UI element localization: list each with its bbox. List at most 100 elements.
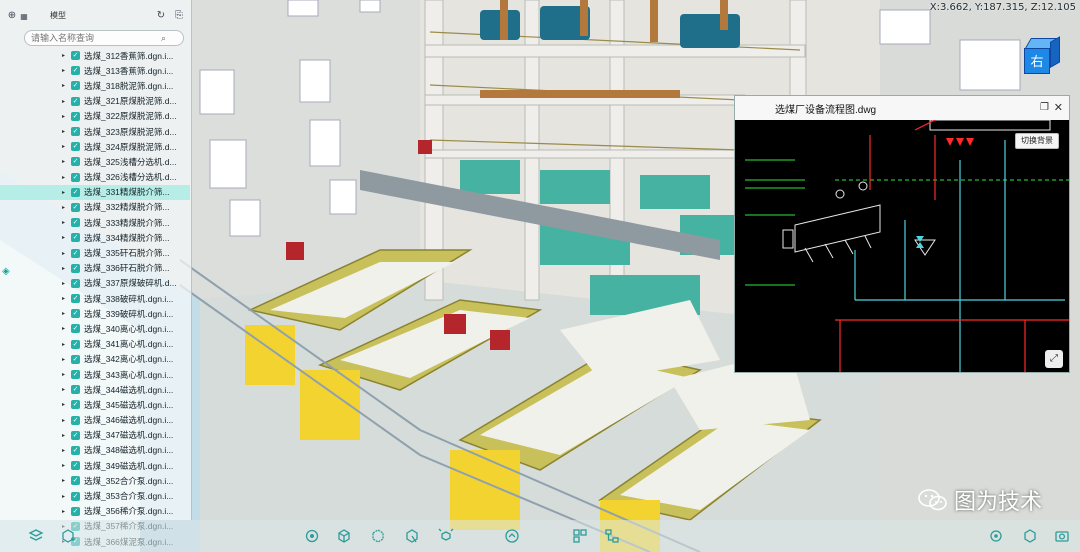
expand-arrow-icon[interactable]: ▸ bbox=[62, 280, 70, 287]
tree-item[interactable]: ▸ ✓ 选煤_322原煤脱泥筛.d... bbox=[0, 109, 190, 124]
expand-arrow-icon[interactable]: ▸ bbox=[62, 341, 70, 348]
visibility-checkbox[interactable]: ✓ bbox=[71, 278, 80, 288]
visibility-checkbox[interactable]: ✓ bbox=[71, 445, 80, 455]
tree-item[interactable]: ▸ ✓ 选煤_338破碎机.dgn.i... bbox=[0, 291, 190, 306]
tree-item[interactable]: ▸ ✓ 选煤_336矸石脱介筛... bbox=[0, 261, 190, 276]
expand-arrow-icon[interactable]: ▸ bbox=[62, 52, 70, 59]
tree-item[interactable]: ▸ ✓ 选煤_331精煤脱介筛... bbox=[0, 184, 190, 200]
visibility-checkbox[interactable]: ✓ bbox=[71, 476, 80, 486]
expand-arrow-icon[interactable]: ▸ bbox=[62, 67, 70, 74]
tree-item[interactable]: ▸ ✓ 选煤_349磁选机.dgn.i... bbox=[0, 458, 190, 473]
expand-arrow-icon[interactable]: ▸ bbox=[62, 386, 70, 393]
visibility-checkbox[interactable]: ✓ bbox=[71, 339, 80, 349]
expand-icon[interactable]: ⤢ bbox=[1045, 350, 1063, 368]
view-cube-front-face[interactable]: 右 bbox=[1024, 48, 1050, 74]
properties-icon[interactable] bbox=[570, 526, 590, 546]
view-cube[interactable]: 右 bbox=[1018, 36, 1060, 76]
measure-icon[interactable] bbox=[402, 526, 422, 546]
visibility-checkbox[interactable]: ✓ bbox=[71, 415, 80, 425]
expand-arrow-icon[interactable]: ▸ bbox=[62, 432, 70, 439]
expand-arrow-icon[interactable]: ▸ bbox=[62, 310, 70, 317]
expand-arrow-icon[interactable]: ▸ bbox=[62, 447, 70, 454]
tree-item[interactable]: ▸ ✓ 选煤_344磁选机.dgn.i... bbox=[0, 382, 190, 397]
target-icon[interactable] bbox=[302, 526, 322, 546]
tree-item[interactable]: ▸ ✓ 选煤_353合介泵.dgn.i... bbox=[0, 488, 190, 503]
tree-item[interactable]: ▸ ✓ 选煤_332精煤脱介筛... bbox=[0, 200, 190, 215]
tree-item[interactable]: ▸ ✓ 选煤_333精煤脱介筛... bbox=[0, 215, 190, 230]
expand-arrow-icon[interactable]: ▸ bbox=[62, 295, 70, 302]
screenshot-icon[interactable] bbox=[1052, 526, 1072, 546]
tree-item[interactable]: ▸ ✓ 选煤_312香蕉筛.dgn.i... bbox=[0, 48, 190, 63]
tree-search-input[interactable] bbox=[31, 33, 161, 43]
visibility-checkbox[interactable]: ✓ bbox=[71, 263, 80, 273]
expand-arrow-icon[interactable]: ▸ bbox=[62, 82, 70, 89]
expand-arrow-icon[interactable]: ▸ bbox=[62, 234, 70, 241]
visibility-checkbox[interactable]: ✓ bbox=[71, 172, 80, 182]
visibility-checkbox[interactable]: ✓ bbox=[71, 430, 80, 440]
tree-item[interactable]: ▸ ✓ 选煤_337原煤破碎机.d... bbox=[0, 276, 190, 291]
visibility-checkbox[interactable]: ✓ bbox=[71, 309, 80, 319]
visibility-icon[interactable]: ◈ bbox=[2, 266, 14, 278]
expand-arrow-icon[interactable]: ▸ bbox=[62, 265, 70, 272]
tree-item[interactable]: ▸ ✓ 选煤_346磁选机.dgn.i... bbox=[0, 413, 190, 428]
visibility-checkbox[interactable]: ✓ bbox=[71, 51, 80, 61]
expand-arrow-icon[interactable]: ▸ bbox=[62, 371, 70, 378]
visibility-checkbox[interactable]: ✓ bbox=[71, 400, 80, 410]
tree-item[interactable]: ▸ ✓ 选煤_343离心机.dgn.i... bbox=[0, 367, 190, 382]
expand-arrow-icon[interactable]: ▸ bbox=[62, 174, 70, 181]
tree-item[interactable]: ▸ ✓ 选煤_345磁选机.dgn.i... bbox=[0, 397, 190, 412]
visibility-checkbox[interactable]: ✓ bbox=[71, 385, 80, 395]
expand-arrow-icon[interactable]: ▸ bbox=[62, 493, 70, 500]
visibility-checkbox[interactable]: ✓ bbox=[71, 461, 80, 471]
visibility-checkbox[interactable]: ✓ bbox=[71, 202, 80, 212]
section-box-icon[interactable] bbox=[368, 526, 388, 546]
cad-drawing-canvas[interactable] bbox=[735, 120, 1069, 372]
tree-item[interactable]: ▸ ✓ 选煤_356稀介泵.dgn.i... bbox=[0, 504, 190, 519]
visibility-checkbox[interactable]: ✓ bbox=[71, 127, 80, 137]
expand-arrow-icon[interactable]: ▸ bbox=[62, 204, 70, 211]
visibility-checkbox[interactable]: ✓ bbox=[71, 66, 80, 76]
close-icon[interactable]: ✕ bbox=[1054, 101, 1063, 114]
expand-arrow-icon[interactable]: ▸ bbox=[62, 401, 70, 408]
tree-item[interactable]: ▸ ✓ 选煤_342离心机.dgn.i... bbox=[0, 352, 190, 367]
expand-arrow-icon[interactable]: ▸ bbox=[62, 98, 70, 105]
switch-background-button[interactable]: 切换背景 bbox=[1015, 133, 1059, 149]
expand-arrow-icon[interactable]: ▸ bbox=[62, 113, 70, 120]
visibility-checkbox[interactable]: ✓ bbox=[71, 354, 80, 364]
grid-icon[interactable]: ▦ bbox=[18, 10, 30, 22]
expand-arrow-icon[interactable]: ▸ bbox=[62, 250, 70, 257]
tree-item[interactable]: ▸ ✓ 选煤_323原煤脱泥筛.d... bbox=[0, 124, 190, 139]
tree-item[interactable]: ▸ ✓ 选煤_325浅槽分选机.d... bbox=[0, 154, 190, 169]
structure-tree-icon[interactable] bbox=[602, 526, 622, 546]
visibility-checkbox[interactable]: ✓ bbox=[71, 187, 80, 197]
visibility-checkbox[interactable]: ✓ bbox=[71, 491, 80, 501]
tree-item[interactable]: ▸ ✓ 选煤_324原煤脱泥筛.d... bbox=[0, 139, 190, 154]
search-icon[interactable]: ⌕ bbox=[161, 33, 166, 44]
tree-item[interactable]: ▸ ✓ 选煤_352合介泵.dgn.i... bbox=[0, 473, 190, 488]
expand-arrow-icon[interactable]: ▸ bbox=[62, 462, 70, 469]
visibility-checkbox[interactable]: ✓ bbox=[71, 370, 80, 380]
visibility-checkbox[interactable]: ✓ bbox=[71, 157, 80, 167]
expand-arrow-icon[interactable]: ▸ bbox=[62, 417, 70, 424]
expand-arrow-icon[interactable]: ▸ bbox=[62, 219, 70, 226]
tree-search-box[interactable]: ⌕ bbox=[24, 30, 184, 46]
locate-icon[interactable]: ⊕ bbox=[6, 9, 18, 21]
explode-icon[interactable] bbox=[436, 526, 456, 546]
expand-arrow-icon[interactable]: ▸ bbox=[62, 143, 70, 150]
add-model-icon[interactable] bbox=[58, 526, 78, 546]
refresh-icon[interactable]: ↻ bbox=[155, 9, 167, 21]
tree-item[interactable]: ▸ ✓ 选煤_318脱泥筛.dgn.i... bbox=[0, 78, 190, 93]
tree-item[interactable]: ▸ ✓ 选煤_340离心机.dgn.i... bbox=[0, 321, 190, 336]
expand-arrow-icon[interactable]: ▸ bbox=[62, 325, 70, 332]
visibility-checkbox[interactable]: ✓ bbox=[71, 142, 80, 152]
tree-item[interactable]: ▸ ✓ 选煤_339破碎机.dgn.i... bbox=[0, 306, 190, 321]
restore-icon[interactable]: ❐ bbox=[1040, 102, 1049, 113]
export-icon[interactable]: ⎘ bbox=[173, 9, 185, 21]
visibility-checkbox[interactable]: ✓ bbox=[71, 81, 80, 91]
viewer-titlebar[interactable]: 选煤厂设备流程图.dwg ❐ ✕ bbox=[735, 96, 1069, 120]
expand-arrow-icon[interactable]: ▸ bbox=[62, 189, 70, 196]
cube-view-icon[interactable] bbox=[334, 526, 354, 546]
expand-arrow-icon[interactable]: ▸ bbox=[62, 508, 70, 515]
visibility-checkbox[interactable]: ✓ bbox=[71, 233, 80, 243]
tree-item[interactable]: ▸ ✓ 选煤_335矸石脱介筛... bbox=[0, 245, 190, 260]
